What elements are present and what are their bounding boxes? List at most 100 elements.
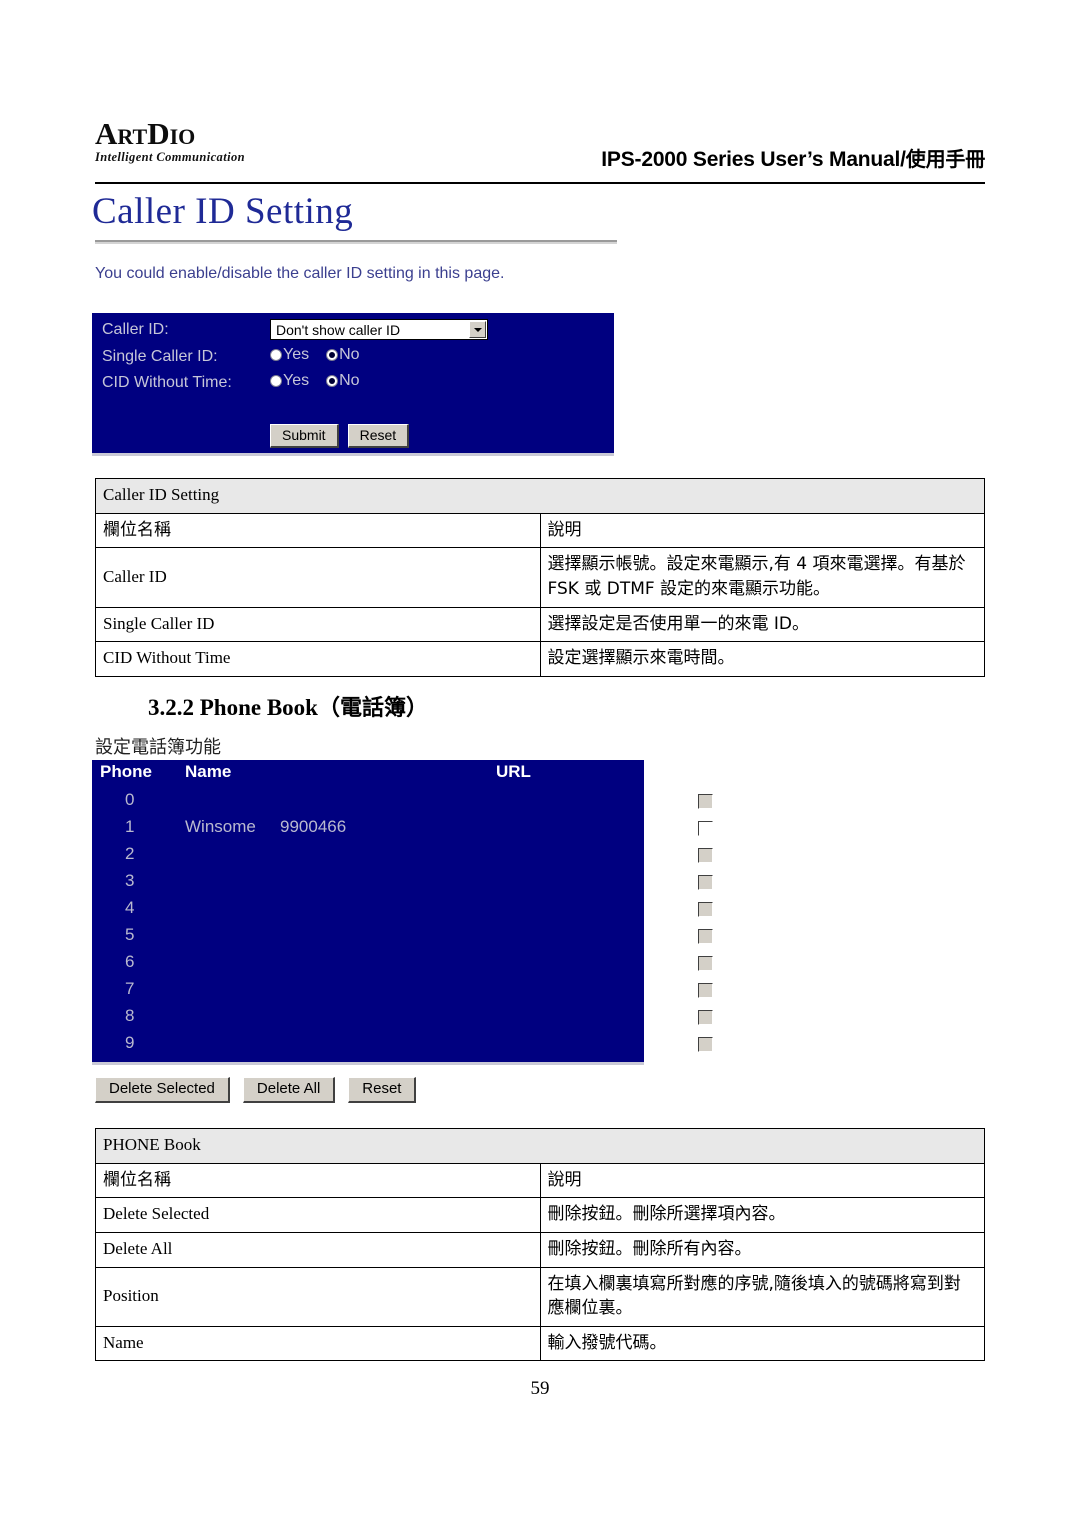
caller-id-row: Caller ID: Don't show caller ID bbox=[102, 319, 607, 343]
col-header-desc: 說明 bbox=[540, 1163, 985, 1198]
column-header-name: Name bbox=[185, 762, 231, 782]
row-select-checkbox[interactable] bbox=[698, 1037, 713, 1052]
phone-book-table-caption: PHONE Book bbox=[96, 1129, 985, 1164]
caller-id-select[interactable]: Don't show caller ID bbox=[270, 319, 488, 340]
section-subtitle: 設定電話簿功能 bbox=[95, 733, 221, 759]
caller-id-table-caption: Caller ID Setting bbox=[96, 479, 985, 514]
logo-letters-io: IO bbox=[170, 124, 196, 149]
row-select-checkbox[interactable] bbox=[698, 794, 713, 809]
phone-book-header-row: Phone Name URL Select bbox=[92, 762, 644, 789]
table-row: Position 在填入欄裏填寫所對應的序號,隨後填入的號碼將寫到對應欄位裏。 bbox=[96, 1267, 985, 1326]
table-row: Delete All 刪除按鈕。刪除所有內容。 bbox=[96, 1232, 985, 1267]
logo-letter-d: D bbox=[147, 116, 169, 151]
row-index: 7 bbox=[125, 979, 134, 999]
caller-id-select-value: Don't show caller ID bbox=[276, 321, 400, 339]
column-header-url: URL bbox=[496, 762, 531, 782]
table-row: 2 bbox=[92, 844, 644, 871]
field-desc: 刪除按鈕。刪除所選擇項內容。 bbox=[540, 1198, 985, 1233]
field-name: Single Caller ID bbox=[96, 607, 541, 642]
phone-book-reset-button[interactable]: Reset bbox=[348, 1077, 416, 1103]
row-index: 3 bbox=[125, 871, 134, 891]
single-caller-id-radio-group: Yes No bbox=[270, 346, 377, 368]
row-select-checkbox[interactable] bbox=[698, 848, 713, 863]
row-select-checkbox[interactable] bbox=[698, 1010, 713, 1025]
field-name: Caller ID bbox=[96, 548, 541, 607]
col-header-field: 欄位名稱 bbox=[96, 513, 541, 548]
single-caller-id-row: Single Caller ID: Yes No bbox=[102, 346, 607, 370]
reset-button[interactable]: Reset bbox=[348, 424, 410, 448]
manual-title-en: IPS-2000 Series User’s Manual/ bbox=[601, 148, 906, 171]
artdio-logo: ARTDIO Intelligent Communication bbox=[95, 118, 295, 165]
logo-wordmark: ARTDIO bbox=[95, 118, 295, 149]
phone-book-buttons: Delete Selected Delete All Reset bbox=[95, 1077, 429, 1103]
table-row: Caller ID 選擇顯示帳號。設定來電顯示,有 4 項來電選擇。有基於 FS… bbox=[96, 548, 985, 607]
row-index: 0 bbox=[125, 790, 134, 810]
table-row: Single Caller ID 選擇設定是否使用單一的來電 ID。 bbox=[96, 607, 985, 642]
table-header-row: 欄位名稱 說明 bbox=[96, 1163, 985, 1198]
row-index: 9 bbox=[125, 1033, 134, 1053]
row-index: 6 bbox=[125, 952, 134, 972]
row-url: 9900466 bbox=[280, 817, 346, 837]
cid-without-time-no-radio[interactable]: No bbox=[326, 372, 359, 390]
radio-label-no: No bbox=[339, 346, 359, 363]
section-heading: 3.2.2 Phone Book（電話簿） bbox=[148, 690, 428, 722]
page-number: 59 bbox=[0, 1378, 1080, 1400]
field-desc: 選擇顯示帳號。設定來電顯示,有 4 項來電選擇。有基於 FSK 或 DTMF 設… bbox=[540, 548, 985, 607]
table-caption-row: Caller ID Setting bbox=[96, 479, 985, 514]
delete-all-button[interactable]: Delete All bbox=[243, 1077, 335, 1103]
row-index: 5 bbox=[125, 925, 134, 945]
col-header-field: 欄位名稱 bbox=[96, 1163, 541, 1198]
intro-text: You could enable/disable the caller ID s… bbox=[95, 265, 504, 283]
row-index: 2 bbox=[125, 844, 134, 864]
table-row: 3 bbox=[92, 871, 644, 898]
row-select-checkbox[interactable] bbox=[698, 821, 713, 836]
single-caller-id-label: Single Caller ID: bbox=[102, 346, 218, 368]
logo-letter-a: A bbox=[95, 116, 117, 151]
single-caller-id-yes-radio[interactable]: Yes bbox=[270, 346, 309, 364]
table-row: 0 bbox=[92, 790, 644, 817]
manual-title: IPS-2000 Series User’s Manual/使用手冊 bbox=[601, 143, 985, 172]
radio-icon bbox=[270, 375, 282, 387]
field-name: Delete Selected bbox=[96, 1198, 541, 1233]
section-title-cjk: （電話簿） bbox=[318, 696, 428, 721]
row-index: 4 bbox=[125, 898, 134, 918]
field-name: Name bbox=[96, 1326, 541, 1361]
single-caller-id-no-radio[interactable]: No bbox=[326, 346, 359, 364]
radio-label-yes: Yes bbox=[283, 346, 309, 363]
table-row: 1 Winsome 9900466 bbox=[92, 817, 644, 844]
delete-selected-button[interactable]: Delete Selected bbox=[95, 1077, 230, 1103]
table-row: Delete Selected 刪除按鈕。刪除所選擇項內容。 bbox=[96, 1198, 985, 1233]
caller-id-form-panel: Caller ID: Don't show caller ID Single C… bbox=[92, 313, 614, 456]
col-header-desc: 說明 bbox=[540, 513, 985, 548]
chevron-down-icon[interactable] bbox=[469, 321, 486, 338]
field-desc: 在填入欄裏填寫所對應的序號,隨後填入的號碼將寫到對應欄位裏。 bbox=[540, 1267, 985, 1326]
table-row: 9 bbox=[92, 1033, 644, 1060]
row-select-checkbox[interactable] bbox=[698, 875, 713, 890]
submit-button[interactable]: Submit bbox=[270, 424, 339, 448]
radio-icon-selected bbox=[326, 375, 338, 387]
section-title-en: Phone Book bbox=[200, 695, 318, 720]
row-select-checkbox[interactable] bbox=[698, 902, 713, 917]
section-number: 3.2.2 bbox=[148, 695, 194, 720]
table-row: 4 bbox=[92, 898, 644, 925]
logo-letters-rt: RT bbox=[117, 124, 147, 149]
table-row: 7 bbox=[92, 979, 644, 1006]
field-desc: 設定選擇顯示來電時間。 bbox=[540, 642, 985, 677]
cid-without-time-yes-radio[interactable]: Yes bbox=[270, 372, 309, 390]
page-title: Caller ID Setting bbox=[92, 190, 353, 233]
caller-id-label: Caller ID: bbox=[102, 319, 169, 341]
field-name: CID Without Time bbox=[96, 642, 541, 677]
logo-tagline: Intelligent Communication bbox=[95, 150, 295, 165]
page-header: ARTDIO Intelligent Communication IPS-200… bbox=[95, 118, 985, 190]
radio-label-yes: Yes bbox=[283, 372, 309, 389]
page-title-divider bbox=[95, 240, 617, 244]
radio-icon bbox=[270, 349, 282, 361]
row-select-checkbox[interactable] bbox=[698, 929, 713, 944]
cid-without-time-row: CID Without Time: YesNo bbox=[102, 372, 607, 396]
row-select-checkbox[interactable] bbox=[698, 956, 713, 971]
row-select-checkbox[interactable] bbox=[698, 983, 713, 998]
field-desc: 輸入撥號代碼。 bbox=[540, 1326, 985, 1361]
field-desc: 刪除按鈕。刪除所有內容。 bbox=[540, 1232, 985, 1267]
table-row: 5 bbox=[92, 925, 644, 952]
cid-without-time-radio-group: Yes No bbox=[270, 372, 377, 394]
